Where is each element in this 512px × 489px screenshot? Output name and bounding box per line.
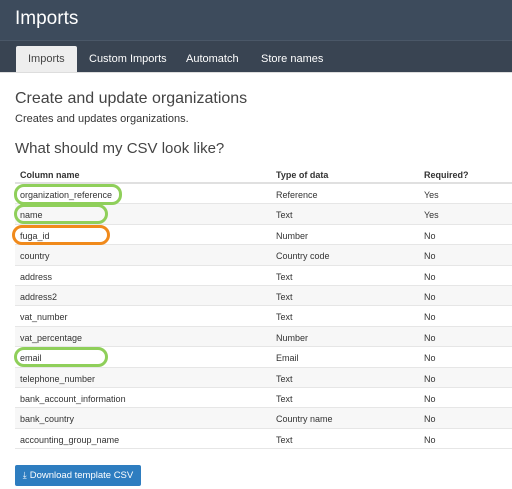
app-title: Imports	[15, 8, 79, 29]
table-row: address2 Text No	[15, 285, 512, 307]
cell-column-name: name	[20, 210, 43, 221]
cell-data-type: Text	[276, 373, 293, 384]
tab-imports[interactable]: Imports	[16, 46, 77, 73]
cell-column-name: email	[20, 353, 42, 364]
csv-heading: What should my CSV look like?	[15, 140, 225, 157]
cell-required: No	[424, 251, 436, 262]
cell-data-type: Email	[276, 353, 299, 364]
cell-data-type: Reference	[276, 190, 318, 200]
cell-column-name: organization_reference	[20, 190, 113, 200]
download-button-label: Download template CSV	[29, 470, 134, 481]
cell-column-name: bank_country	[20, 414, 75, 425]
cell-data-type: Text	[276, 393, 293, 404]
cell-required: No	[424, 414, 436, 425]
table-row: telephone_number Text No	[15, 367, 512, 388]
cell-required: No	[424, 230, 436, 241]
cell-data-type: Text	[276, 271, 293, 282]
csv-columns-table: Column name Type of data Required? organ…	[15, 167, 512, 450]
tab-automatch[interactable]: Automatch	[174, 46, 251, 73]
table-row: organization_reference Reference Yes	[15, 184, 512, 205]
cell-column-name: country	[20, 251, 50, 262]
cell-column-name: telephone_number	[20, 373, 96, 384]
cell-required: No	[424, 393, 436, 404]
cell-data-type: Text	[276, 291, 293, 302]
cell-required: No	[424, 271, 436, 282]
cell-column-name: address	[20, 271, 53, 282]
cell-required: No	[424, 434, 436, 445]
cell-column-name: bank_account_information	[20, 393, 126, 404]
page-title: Create and update organizations	[15, 90, 248, 107]
main-content: Create and update organizations Creates …	[0, 72, 512, 489]
cell-column-name: vat_percentage	[20, 332, 83, 343]
cell-data-type: Country name	[276, 414, 333, 425]
cell-column-name: vat_number	[20, 312, 68, 323]
cell-required: No	[424, 332, 436, 343]
cell-required: No	[424, 373, 436, 384]
cell-column-name: fuga_id	[20, 230, 50, 241]
table-row: name Text Yes	[15, 204, 512, 225]
tab-bar: Imports Custom Imports Automatch Store n…	[0, 40, 512, 73]
cell-data-type: Number	[276, 332, 309, 343]
cell-data-type: Text	[276, 434, 293, 445]
download-template-button[interactable]: ⤓ Download template CSV	[15, 465, 141, 486]
table-body: organization_reference Reference Yes name Te…	[15, 184, 512, 450]
cell-data-type: Country code	[276, 251, 330, 262]
table-row: bank_account_information Text No	[15, 388, 512, 409]
table-row: vat_number Text No	[15, 306, 512, 327]
app-header: Imports	[0, 0, 512, 40]
cell-required: No	[424, 312, 436, 323]
table-row: address Text No	[15, 266, 512, 286]
column-header-type: Type of data	[276, 170, 329, 180]
table-row: fuga_id Number No	[15, 225, 512, 246]
table-row: accounting_group_name Text No	[15, 429, 512, 450]
cell-data-type: Number	[276, 230, 309, 241]
table-row: bank_country Country name No	[15, 408, 512, 429]
tab-store-names[interactable]: Store names	[249, 46, 335, 73]
table-header: Column name Type of data Required?	[15, 167, 512, 184]
cell-required: No	[424, 291, 436, 302]
cell-required: Yes	[424, 210, 439, 221]
column-header-name: Column name	[20, 170, 80, 180]
page-description: Creates and updates organizations.	[15, 113, 189, 125]
tab-custom-imports[interactable]: Custom Imports	[77, 46, 179, 73]
cell-data-type: Text	[276, 312, 293, 323]
cell-column-name: accounting_group_name	[20, 434, 120, 445]
download-icon: ⤓	[22, 470, 27, 480]
table-row: country Country code No	[15, 245, 512, 266]
cell-column-name: address2	[20, 291, 58, 302]
table-row: email Email No	[15, 347, 512, 368]
cell-required: Yes	[424, 190, 439, 200]
table-row: vat_percentage Number No	[15, 326, 512, 348]
column-header-required: Required?	[424, 170, 469, 180]
cell-required: No	[424, 353, 436, 364]
cell-data-type: Text	[276, 210, 293, 221]
